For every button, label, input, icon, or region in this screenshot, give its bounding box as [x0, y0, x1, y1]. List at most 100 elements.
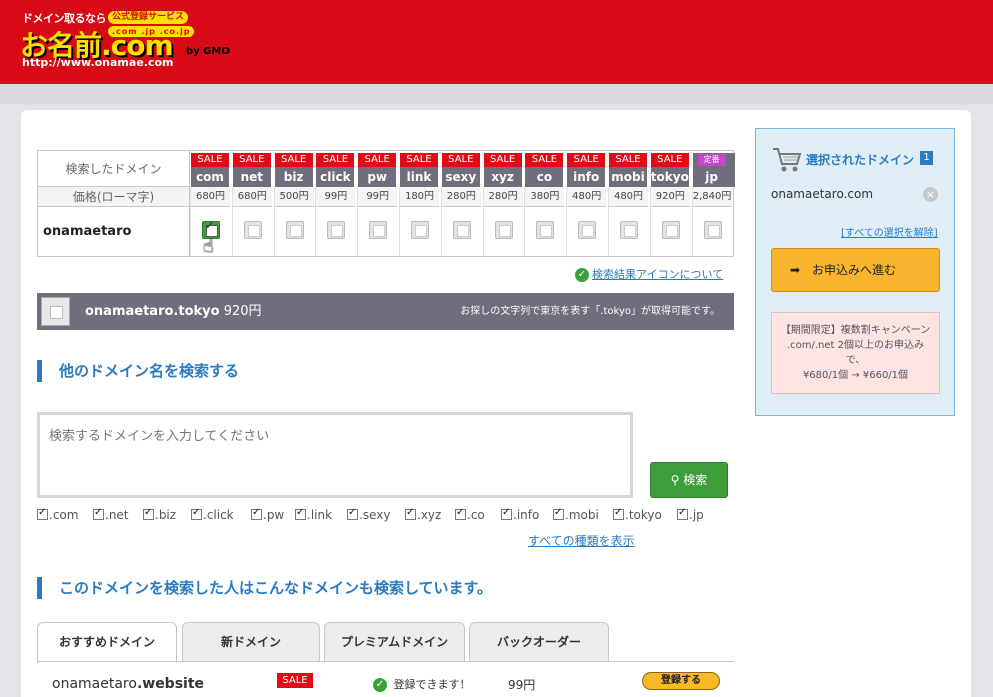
tld-checkbox-xyz[interactable]: [494, 221, 513, 239]
campaign-line: 【期間限定】複数割キャンペーン: [780, 325, 931, 336]
search-button[interactable]: ⚲ 検索: [650, 462, 728, 498]
tld-checkbox-net[interactable]: [243, 221, 262, 239]
domain-result-table: 検索したドメイン 価格(ローマ字) onamaetaro SALE com 680円…: [37, 150, 735, 257]
tld-option-sexy[interactable]: .sexy: [347, 507, 391, 522]
remove-domain-icon[interactable]: ×: [923, 187, 938, 202]
tld-checkbox-tokyo[interactable]: [661, 221, 680, 239]
tab-2[interactable]: プレミアムドメイン: [324, 622, 465, 662]
tld-name: jp: [705, 170, 718, 184]
tld-checkbox-co[interactable]: [536, 221, 555, 239]
tld-option-tokyo[interactable]: .tokyo: [613, 507, 662, 522]
tld-header: SALE co: [525, 153, 564, 187]
tld-option-net[interactable]: .net: [93, 507, 129, 522]
tokyo-domain: onamaetaro.tokyo 920円: [85, 293, 262, 330]
tld-checkbox-info[interactable]: [578, 221, 597, 239]
tld-header: SALE com: [191, 153, 229, 187]
check-circle-icon: ✓: [373, 678, 387, 692]
clear-all-link[interactable]: [すべての選択を解除]: [841, 224, 938, 239]
tld-name: tokyo: [650, 170, 689, 184]
tld-tag: SALE: [525, 153, 564, 167]
tld-option-co[interactable]: .co: [455, 507, 485, 522]
tld-name: link: [406, 170, 432, 184]
tld-tag: SALE: [650, 153, 689, 167]
tld-price: 180円: [399, 187, 439, 207]
tld-checkbox-link[interactable]: [411, 221, 429, 239]
tld-option-label: .info: [513, 508, 540, 522]
result-icon-help-link[interactable]: ✓ 検索結果アイコンについて: [575, 266, 723, 282]
tld-check-cell: [273, 207, 314, 256]
tld-column-click: SALE click 99円: [315, 151, 356, 256]
tab-1[interactable]: 新ドメイン: [182, 622, 320, 662]
tld-option-com[interactable]: .com: [37, 507, 78, 522]
tld-checkbox-sexy[interactable]: [452, 221, 471, 239]
tokyo-checkbox[interactable]: [41, 297, 70, 326]
checkbox-icon: [677, 507, 688, 520]
tld-checkbox-mobi[interactable]: [620, 221, 638, 239]
checkmark-icon: ✓: [205, 219, 215, 232]
rec-price: 99円: [508, 678, 536, 692]
tld-check-cell: [566, 207, 606, 256]
tld-header: SALE sexy: [441, 153, 480, 187]
checkbox-icon: [143, 507, 154, 520]
rec-sale-badge: SALE: [277, 673, 313, 688]
tld-price: 99円: [315, 187, 356, 207]
tld-option-biz[interactable]: .biz: [143, 507, 176, 522]
tld-header: SALE click: [316, 153, 355, 187]
tld-option-info[interactable]: .info: [501, 507, 540, 522]
tld-option-xyz[interactable]: .xyz: [405, 507, 441, 522]
onamae-logo[interactable]: ドメイン取るなら 公式登録サービス .com .jp .co.jp お名前.co…: [20, 10, 242, 70]
tld-name: pw: [367, 170, 388, 184]
tld-option-link[interactable]: .link: [295, 507, 332, 522]
tld-price: 280円: [440, 187, 481, 207]
gmo-logo: by GMO: [186, 46, 230, 57]
tld-option-label: .jp: [689, 508, 704, 522]
tld-header: SALE mobi: [609, 153, 647, 187]
tld-check-cell: [524, 207, 564, 256]
tld-price: 920円: [649, 187, 690, 207]
tld-checkbox-biz[interactable]: [285, 221, 304, 239]
tld-price: 500円: [273, 187, 314, 207]
tab-3[interactable]: バックオーダー: [469, 622, 609, 662]
tld-check-cell: [482, 207, 523, 256]
apply-button[interactable]: ➡ お申込みへ進む: [771, 248, 940, 292]
tld-header: SALE net: [232, 153, 271, 187]
tld-name: com: [196, 170, 224, 184]
show-all-types-link[interactable]: すべての種類を表示: [528, 532, 635, 549]
tld-header: SALE pw: [358, 153, 397, 187]
campaign-line: で、: [845, 355, 866, 366]
tld-column-net: SALE net 680円: [231, 151, 272, 256]
tld-tag: SALE: [609, 153, 647, 167]
checkbox-icon: [455, 507, 466, 520]
tld-option-jp[interactable]: .jp: [677, 507, 704, 522]
tld-checkbox-pw[interactable]: [369, 221, 388, 239]
tld-column-xyz: SALE xyz 280円: [482, 151, 523, 256]
register-button[interactable]: 登録する: [642, 672, 720, 690]
selected-domains-title: 選択されたドメイン: [806, 153, 915, 167]
campaign-line: ¥680/1個 → ¥660/1個: [802, 370, 909, 381]
tokyo-domain-name: onamaetaro.tokyo: [85, 304, 220, 319]
selected-count-badge: 1: [920, 151, 933, 165]
tld-option-mobi[interactable]: .mobi: [553, 507, 599, 522]
rec-status-text: 登録できます！: [393, 678, 471, 691]
tld-option-label: .sexy: [359, 508, 391, 522]
tld-option-click[interactable]: .click: [191, 507, 234, 522]
tld-checkbox-click[interactable]: [327, 221, 346, 239]
result-icon-help-text: 検索結果アイコンについて: [592, 268, 724, 281]
selected-domain: onamaetaro.com: [771, 187, 874, 201]
tld-tag: SALE: [567, 153, 606, 167]
tokyo-price: 920円: [223, 304, 262, 319]
searched-domain-label: 検索したドメイン: [38, 151, 190, 187]
tld-tag: SALE: [274, 153, 313, 167]
checkbox-icon: [501, 507, 512, 520]
tab-0[interactable]: おすすめドメイン: [37, 622, 177, 663]
checkbox-icon: [405, 507, 416, 520]
tld-header: SALE link: [400, 153, 438, 187]
tld-checkbox-jp[interactable]: [703, 221, 722, 239]
domain-search-input[interactable]: [37, 412, 633, 498]
tokyo-note: お探しの文字列で東京を表す「.tokyo」が取得可能です。: [460, 306, 720, 317]
tld-option-pw[interactable]: .pw: [251, 507, 284, 522]
recommend-row: onamaetaro.website SALE ✓ 登録できます！ 99円 登録…: [37, 662, 734, 697]
mouse-cursor-icon: ☝: [203, 236, 214, 257]
tld-check-cell: [357, 207, 397, 256]
tld-tag: SALE: [232, 153, 271, 167]
